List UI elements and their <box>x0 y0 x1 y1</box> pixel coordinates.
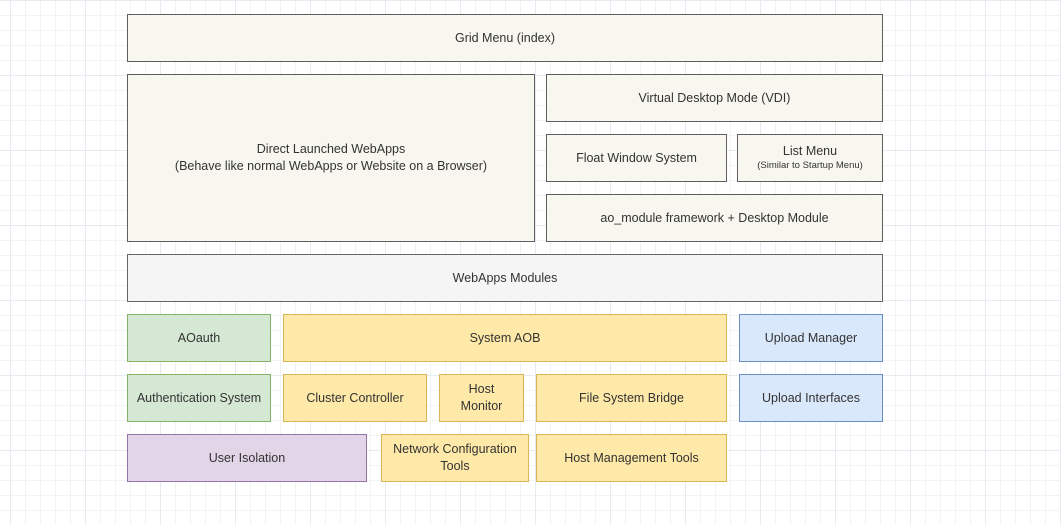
box-system-aob: System AOB <box>283 314 727 362</box>
box-direct-launched-webapps: Direct Launched WebApps (Behave like nor… <box>127 74 535 242</box>
box-upload-interfaces-label: Upload Interfaces <box>762 390 860 407</box>
box-upload-manager: Upload Manager <box>739 314 883 362</box>
box-float-window-system-label: Float Window System <box>576 150 697 167</box>
box-cluster-controller-label: Cluster Controller <box>306 390 403 407</box>
box-virtual-desktop-mode: Virtual Desktop Mode (VDI) <box>546 74 883 122</box>
box-upload-manager-label: Upload Manager <box>765 330 857 347</box>
box-host-monitor: Host Monitor <box>439 374 524 422</box>
box-direct-launched-webapps-label: Direct Launched WebApps <box>257 141 405 158</box>
box-user-isolation: User Isolation <box>127 434 367 482</box>
box-list-menu: List Menu (Similar to Startup Menu) <box>737 134 883 182</box>
box-grid-menu: Grid Menu (index) <box>127 14 883 62</box>
box-network-configuration-tools-label: Network Configuration Tools <box>390 441 520 475</box>
box-aoauth: AOauth <box>127 314 271 362</box>
box-file-system-bridge-label: File System Bridge <box>579 390 684 407</box>
box-aoauth-label: AOauth <box>178 330 220 347</box>
box-list-menu-sublabel: (Similar to Startup Menu) <box>757 160 863 172</box>
box-host-monitor-label: Host Monitor <box>448 381 515 415</box>
box-network-configuration-tools: Network Configuration Tools <box>381 434 529 482</box>
box-float-window-system: Float Window System <box>546 134 727 182</box>
box-cluster-controller: Cluster Controller <box>283 374 427 422</box>
box-system-aob-label: System AOB <box>470 330 541 347</box>
box-authentication-system-label: Authentication System <box>137 390 261 407</box>
box-grid-menu-label: Grid Menu (index) <box>455 30 555 47</box>
box-list-menu-label: List Menu <box>783 143 837 160</box>
box-webapps-modules: WebApps Modules <box>127 254 883 302</box>
diagram-canvas: Grid Menu (index) Direct Launched WebApp… <box>0 0 1061 525</box>
box-webapps-modules-label: WebApps Modules <box>453 270 558 287</box>
box-host-management-tools: Host Management Tools <box>536 434 727 482</box>
box-file-system-bridge: File System Bridge <box>536 374 727 422</box>
box-virtual-desktop-mode-label: Virtual Desktop Mode (VDI) <box>639 90 791 107</box>
box-authentication-system: Authentication System <box>127 374 271 422</box>
box-upload-interfaces: Upload Interfaces <box>739 374 883 422</box>
box-direct-launched-webapps-sublabel: (Behave like normal WebApps or Website o… <box>175 158 487 175</box>
box-user-isolation-label: User Isolation <box>209 450 285 467</box>
box-ao-module-framework-label: ao_module framework + Desktop Module <box>600 210 828 227</box>
box-ao-module-framework: ao_module framework + Desktop Module <box>546 194 883 242</box>
box-host-management-tools-label: Host Management Tools <box>564 450 699 467</box>
